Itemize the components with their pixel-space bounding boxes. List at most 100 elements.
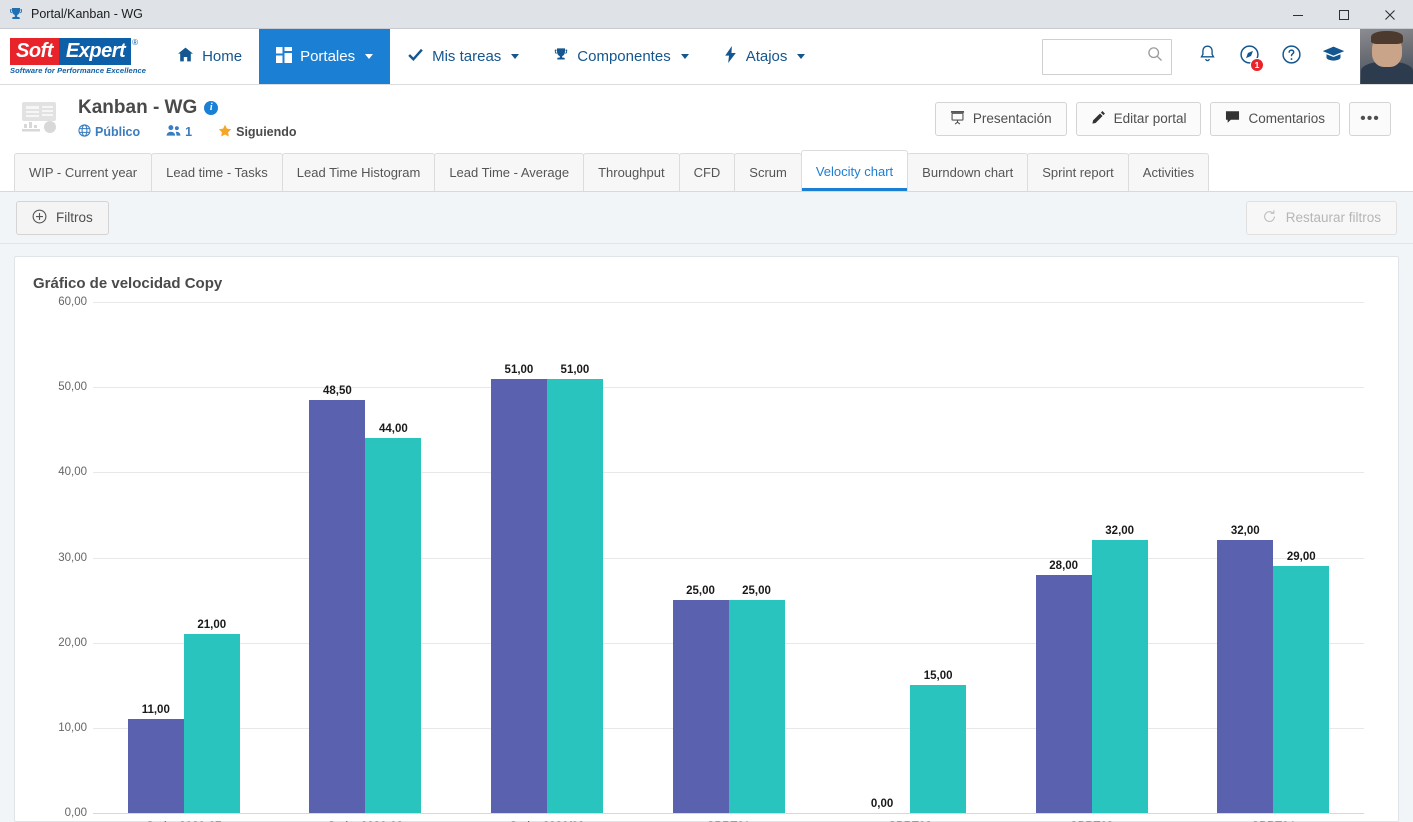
- presentation-icon: [950, 110, 965, 128]
- x-axis-tick-label: SPRT04: [1182, 813, 1364, 822]
- bar-value-label: 51,00: [560, 363, 590, 376]
- velocity-chart-card: Gráfico de velocidad Copy 0,00 10,00 20,00…: [14, 256, 1399, 822]
- bar-holder: 25,00: [728, 302, 785, 813]
- check-icon: [407, 46, 424, 67]
- tab-activities[interactable]: Activities: [1127, 153, 1210, 191]
- tab-lead-time-average[interactable]: Lead Time - Average: [434, 153, 585, 191]
- bar-initial[interactable]: [1035, 574, 1092, 813]
- help-button[interactable]: [1270, 29, 1312, 85]
- chart-bars-layer: 11,00 21,00 48,50 44,00 51,00 51,00 25,00 25,00…: [93, 302, 1364, 813]
- help-icon: [1281, 44, 1302, 70]
- bar-final[interactable]: [1273, 566, 1330, 813]
- nav-label-componentes: Componentes: [577, 48, 671, 65]
- tab-burndown-chart[interactable]: Burndown chart: [907, 153, 1029, 191]
- info-icon[interactable]: i: [204, 100, 219, 115]
- nav-item-portales[interactable]: Portales: [259, 29, 391, 84]
- portal-thumbnail-icon: [18, 99, 66, 139]
- bar-value-label: 25,00: [686, 585, 715, 598]
- comments-button[interactable]: Comentarios: [1210, 101, 1340, 136]
- tab-wip-current-year[interactable]: WIP - Current year: [14, 153, 153, 191]
- notifications-button[interactable]: [1186, 29, 1228, 85]
- restore-filters-button[interactable]: Restaurar filtros: [1245, 200, 1397, 235]
- bar-final[interactable]: [183, 634, 240, 813]
- more-icon: •••: [1360, 109, 1380, 127]
- bar-value-label: 15,00: [923, 670, 953, 683]
- bar-holder: 51,00: [546, 302, 603, 813]
- bar-initial[interactable]: [1217, 540, 1274, 813]
- bar-final[interactable]: [910, 685, 967, 813]
- bar-value-label: 21,00: [197, 619, 227, 632]
- tab-lead-time-histogram[interactable]: Lead Time Histogram: [281, 153, 436, 191]
- members-count: 1: [185, 125, 193, 139]
- comment-icon: [1225, 110, 1240, 127]
- logo-tagline: Software for Performance Excellence: [10, 66, 147, 76]
- bar-final[interactable]: [728, 600, 785, 813]
- chevron-down-icon: [680, 54, 689, 59]
- star-icon: [218, 124, 232, 141]
- tab-lead-time-tasks[interactable]: Lead time - Tasks: [151, 153, 283, 191]
- nav-item-mis-tareas[interactable]: Mis tareas: [390, 29, 536, 84]
- comments-label: Comentarios: [1248, 111, 1325, 126]
- more-options-button[interactable]: •••: [1349, 101, 1391, 136]
- x-axis-tick-label: Sprint 2020/09: [456, 813, 638, 822]
- edit-portal-button[interactable]: Editar portal: [1075, 101, 1202, 136]
- filters-button[interactable]: Filtros: [16, 200, 109, 235]
- visibility-label: Público: [95, 125, 141, 139]
- bar-value-label: 0,00: [870, 798, 894, 810]
- user-avatar[interactable]: [1360, 29, 1413, 84]
- search-icon[interactable]: [1147, 46, 1163, 67]
- tab-scrum[interactable]: Scrum: [734, 153, 802, 191]
- bar-holder: 25,00: [672, 302, 729, 813]
- maximize-button[interactable]: [1321, 0, 1367, 29]
- nav-item-home[interactable]: Home: [160, 29, 259, 84]
- pencil-icon: [1091, 110, 1106, 128]
- search-box[interactable]: [1042, 38, 1172, 75]
- bar-initial[interactable]: [309, 399, 366, 813]
- refresh-icon: [1262, 209, 1277, 227]
- chevron-down-icon: [365, 54, 374, 59]
- trophy-icon: [553, 47, 569, 67]
- bar-value-label: 29,00: [1286, 551, 1316, 564]
- nav-item-atajos[interactable]: Atajos: [706, 29, 823, 84]
- chevron-down-icon: [797, 54, 806, 59]
- bar-value-label: 51,00: [504, 363, 534, 376]
- bar-final[interactable]: [1091, 540, 1148, 813]
- nav-label-mis-tareas: Mis tareas: [432, 48, 502, 65]
- academy-button[interactable]: [1312, 29, 1354, 85]
- bar-value-label: 32,00: [1230, 525, 1260, 538]
- window-title: Portal/Kanban - WG: [31, 7, 143, 21]
- bar-initial[interactable]: [127, 719, 184, 813]
- bar-group: 51,00 51,00: [456, 302, 638, 813]
- portal-header: Kanban - WG i Público 1 Siguiendo Presen…: [0, 85, 1413, 152]
- bar-holder: 11,00: [127, 302, 184, 813]
- tab-sprint-report[interactable]: Sprint report: [1027, 153, 1129, 191]
- bar-value-label: 25,00: [742, 585, 771, 598]
- presentation-label: Presentación: [972, 111, 1052, 126]
- graduation-cap-icon: [1322, 44, 1345, 69]
- bar-initial[interactable]: [672, 600, 729, 813]
- bar-final[interactable]: [546, 378, 603, 813]
- chart-title: Gráfico de velocidad Copy: [33, 275, 223, 292]
- logo-registered-mark: ®: [132, 38, 139, 48]
- search-input[interactable]: [1051, 48, 1147, 65]
- bar-holder: 15,00: [910, 302, 967, 813]
- tab-cfd[interactable]: CFD: [678, 153, 736, 191]
- softexpert-logo[interactable]: Soft Expert ® Software for Performance E…: [0, 29, 160, 84]
- bar-final[interactable]: [365, 438, 422, 813]
- filter-toolbar: Filtros Restaurar filtros: [0, 192, 1413, 244]
- tab-velocity-chart[interactable]: Velocity chart: [800, 150, 909, 191]
- nav-item-componentes[interactable]: Componentes: [536, 29, 705, 84]
- tab-throughput[interactable]: Throughput: [583, 153, 680, 191]
- compass-button[interactable]: 1: [1228, 29, 1270, 85]
- bar-initial[interactable]: [490, 378, 547, 813]
- trophy-icon: [8, 6, 24, 22]
- presentation-button[interactable]: Presentación: [934, 101, 1067, 136]
- restore-filters-label: Restaurar filtros: [1285, 210, 1381, 225]
- bar-holder: 0,00: [854, 302, 910, 813]
- close-button[interactable]: [1367, 0, 1413, 29]
- bar-value-label: 28,00: [1049, 559, 1079, 572]
- following-badge[interactable]: Siguiendo: [218, 124, 297, 141]
- minimize-button[interactable]: [1275, 0, 1321, 29]
- x-axis-tick-label: SPRT02: [819, 813, 1001, 822]
- bar-group: 0,00 15,00: [819, 302, 1001, 813]
